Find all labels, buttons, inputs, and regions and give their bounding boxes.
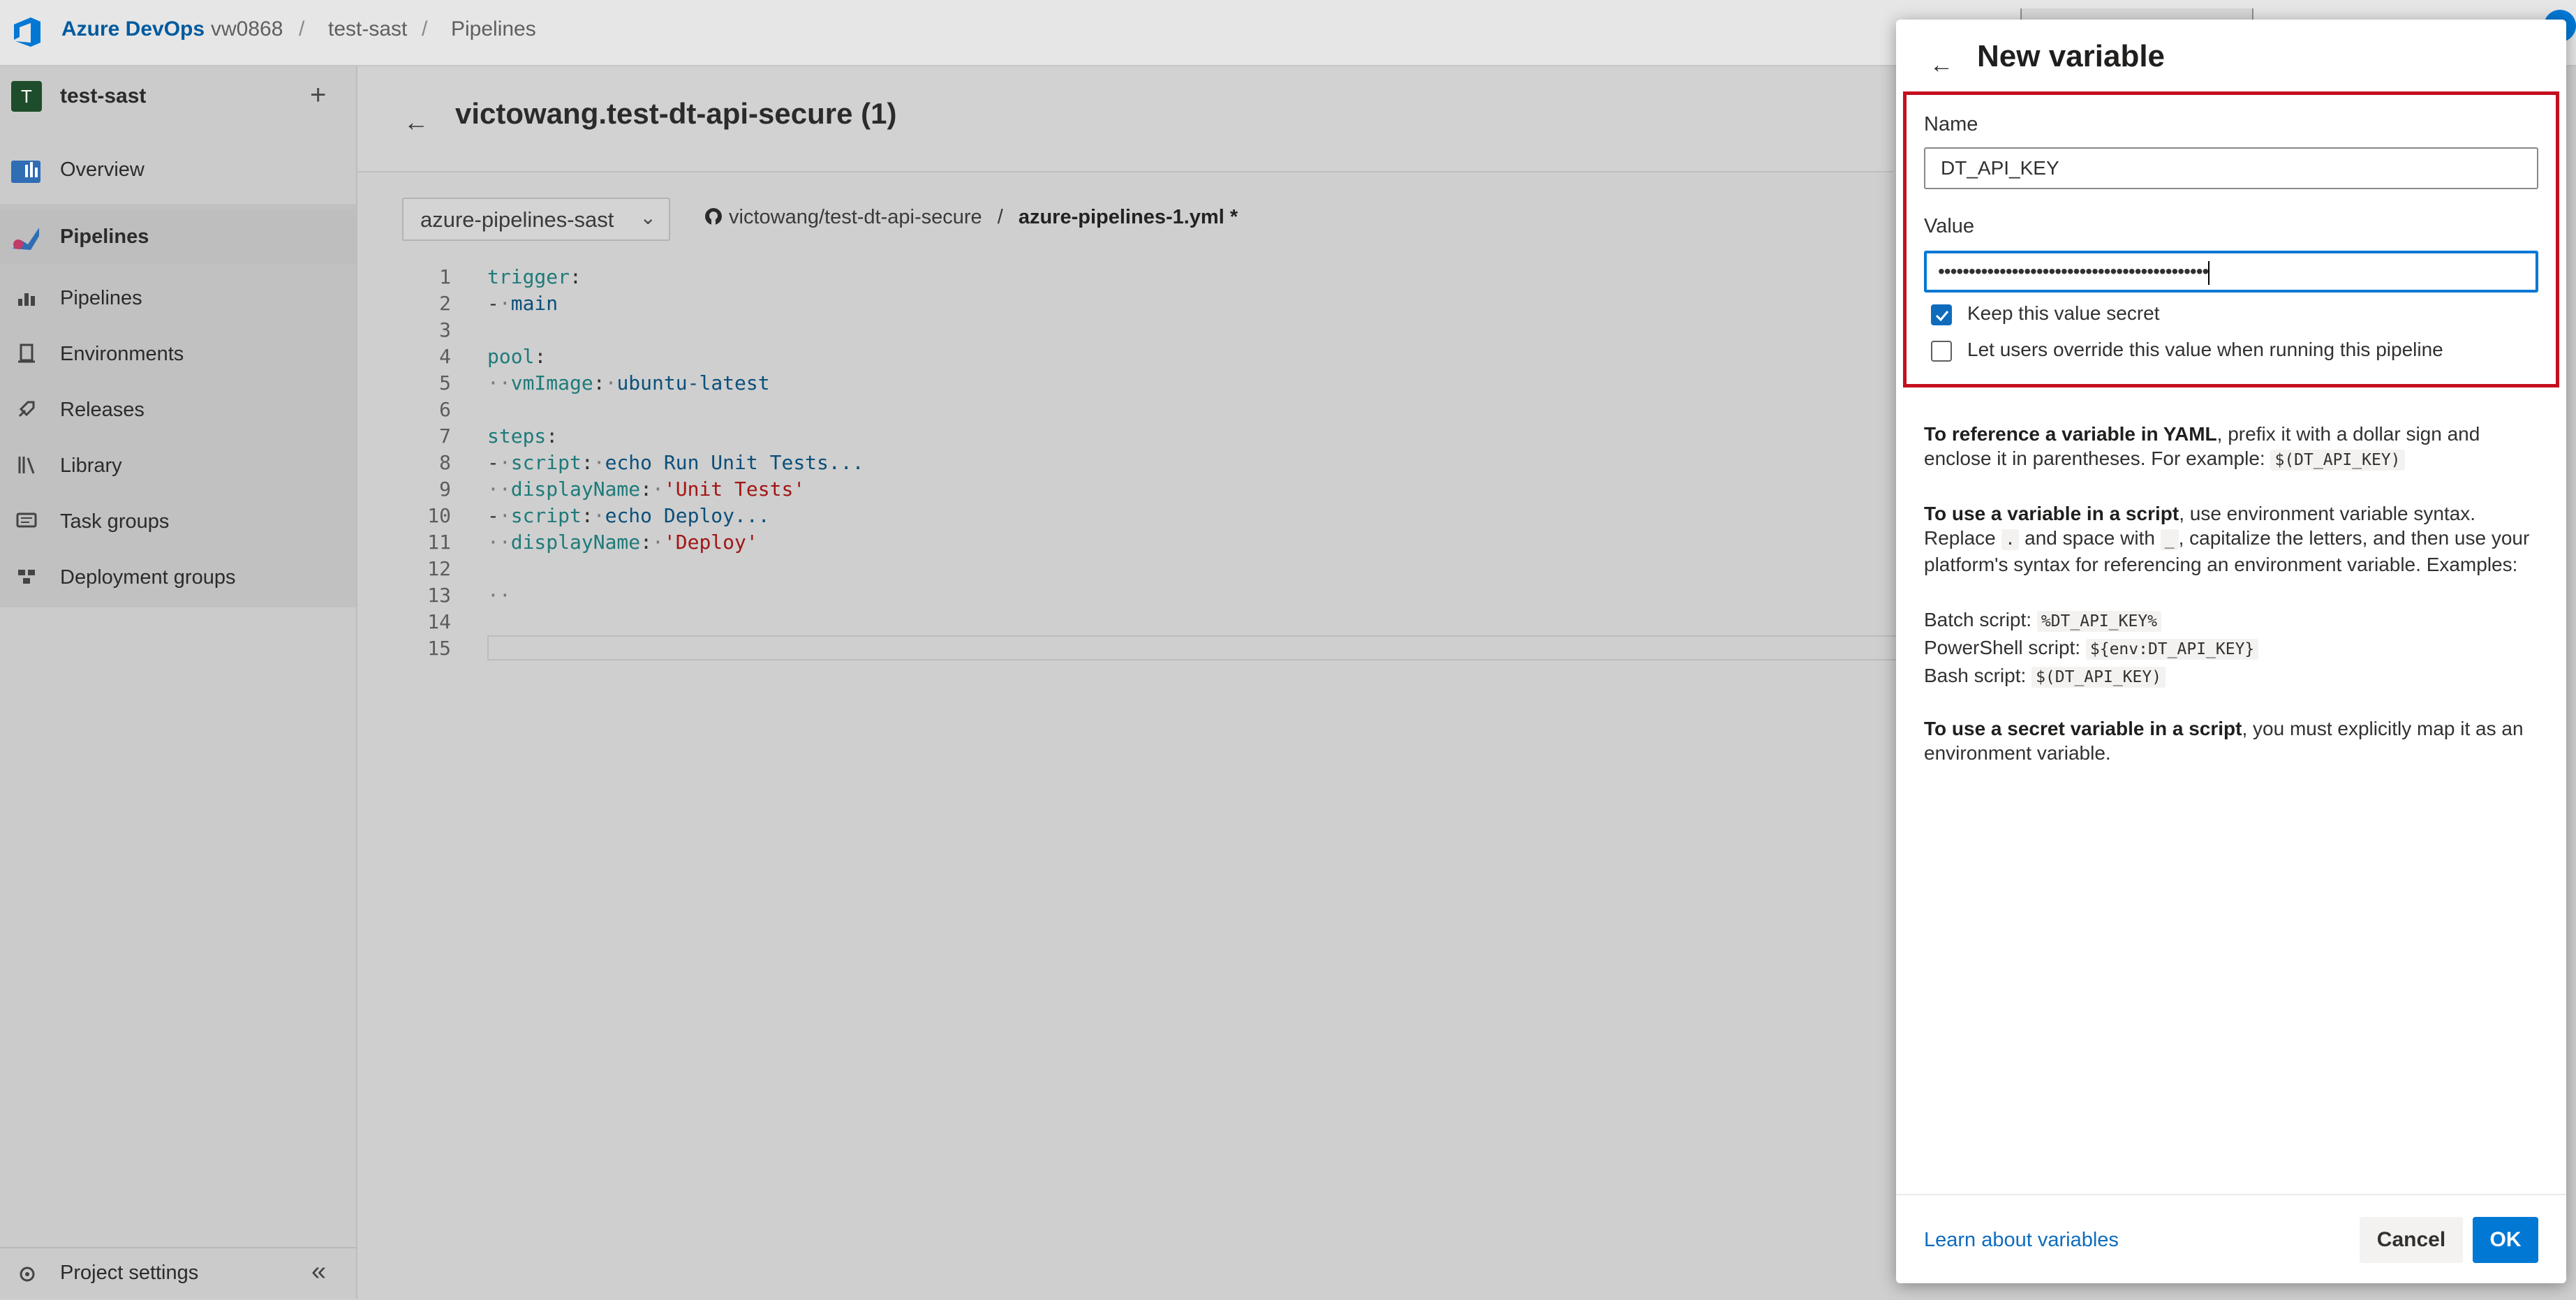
branch-selector[interactable]: azure-pipelines-sast ⌄ <box>402 198 670 241</box>
help-bash: Bash script: $(DT_API_KEY) <box>1924 663 2538 690</box>
task-groups-icon <box>16 512 37 528</box>
breadcrumb-separator: / <box>422 17 428 40</box>
collapse-sidebar-icon[interactable]: « <box>311 1257 326 1286</box>
value-label: Value <box>1924 215 1975 237</box>
code-line: 2 -·main <box>439 292 558 315</box>
checkmark-icon <box>1935 311 1949 322</box>
code-line: 1 trigger: <box>439 265 582 288</box>
help-secret: To use a secret variable in a script, yo… <box>1924 718 2524 764</box>
page-title: victowang.test-dt-api-secure (1) <box>455 97 897 130</box>
sidebar-item-library[interactable]: Library <box>0 438 356 493</box>
sidebar-item-task-groups[interactable]: Task groups <box>0 494 356 549</box>
repo-link[interactable]: victowang/test-dt-api-secure <box>729 206 982 228</box>
breadcrumb-project[interactable]: test-sast <box>328 15 407 43</box>
project-avatar[interactable]: T <box>11 81 42 112</box>
library-icon <box>18 457 35 474</box>
divider <box>1896 1194 2566 1195</box>
learn-about-variables-link[interactable]: Learn about variables <box>1924 1227 2119 1253</box>
code-line: 11 ··displayName:·'Deploy' <box>427 531 758 554</box>
text-cursor <box>2208 260 2210 285</box>
help-batch: Batch script: %DT_API_KEY% <box>1924 607 2538 634</box>
back-arrow-icon[interactable]: ← <box>404 108 429 137</box>
project-settings-label: Project settings <box>60 1262 199 1284</box>
breadcrumb-org[interactable]: vw0868 <box>211 15 283 43</box>
value-input[interactable]: ••••••••••••••••••••••••••••••••••••••••… <box>1924 251 2538 293</box>
breadcrumb-section[interactable]: Pipelines <box>451 15 536 43</box>
sidebar-item-label: Pipelines <box>60 226 149 248</box>
keep-secret-checkbox[interactable] <box>1931 304 1952 325</box>
code-line: 8 -·script:·echo Run Unit Tests... <box>439 451 864 474</box>
main-content <box>357 66 1893 1299</box>
sidebar-item-pipelines-list[interactable]: Pipelines <box>0 271 356 325</box>
gear-icon <box>20 1266 35 1282</box>
breadcrumb: victowang/test-dt-api-secure / azure-pip… <box>704 204 1238 230</box>
code-line: 12 <box>427 557 451 580</box>
code-line: 7 steps: <box>439 424 558 448</box>
masked-value: ••••••••••••••••••••••••••••••••••••••••… <box>1938 260 2209 282</box>
branch-name: azure-pipelines-sast <box>420 207 614 232</box>
sidebar-item-label: Pipelines <box>60 287 142 309</box>
keep-secret-label: Keep this value secret <box>1967 302 2160 324</box>
code-line: 9 ··displayName:·'Unit Tests' <box>439 478 806 501</box>
sidebar-item-label: Deployment groups <box>60 566 236 589</box>
sidebar-item-label: Library <box>60 455 122 477</box>
code-line: 13 ·· <box>427 584 511 607</box>
deployment-groups-icon <box>18 570 35 584</box>
chevron-down-icon: ⌄ <box>639 207 656 228</box>
code-line: 6 <box>439 398 451 421</box>
project-name[interactable]: test-sast <box>60 82 146 110</box>
azure-devops-logo-icon[interactable] <box>10 15 45 50</box>
code-line: 4 pool: <box>439 345 547 368</box>
file-name[interactable]: azure-pipelines-1.yml * <box>1019 206 1238 228</box>
sidebar-item-overview[interactable]: Overview <box>0 142 356 197</box>
current-line-highlight <box>487 635 1897 660</box>
help-script: To use a variable in a script, use envir… <box>1924 503 2530 575</box>
path-separator: / <box>997 206 1003 228</box>
name-label: Name <box>1924 113 1978 135</box>
overview-icon <box>11 161 40 183</box>
code-line: 15 <box>427 637 451 660</box>
sidebar-item-label: Task groups <box>60 510 170 533</box>
sidebar-item-releases[interactable]: Releases <box>0 383 356 437</box>
back-arrow-icon[interactable]: ← <box>1930 52 1953 79</box>
sidebar-item-environments[interactable]: Environments <box>0 327 356 381</box>
help-yaml: To reference a variable in YAML, prefix … <box>1924 423 2480 471</box>
add-icon[interactable]: + <box>310 80 326 110</box>
ok-button[interactable]: OK <box>2473 1217 2538 1263</box>
code-line: 5 ··vmImage:·ubuntu-latest <box>439 371 770 394</box>
releases-icon <box>18 401 35 418</box>
cancel-button[interactable]: Cancel <box>2360 1217 2463 1263</box>
sidebar-item-label: Overview <box>60 158 145 181</box>
pipelines-sub-icon <box>18 293 35 306</box>
code-line: 14 <box>427 610 451 633</box>
code-line: 10 -·script:·echo Deploy... <box>427 504 770 527</box>
sidebar-item-pipelines[interactable]: Pipelines <box>0 209 356 264</box>
panel-title: New variable <box>1977 39 2166 73</box>
code-line: 3 <box>439 318 451 341</box>
breadcrumb-separator: / <box>299 17 305 40</box>
brand-link[interactable]: Azure DevOps <box>61 15 205 43</box>
allow-override-label: Let users override this value when runni… <box>1967 339 2443 360</box>
allow-override-checkbox[interactable] <box>1931 341 1952 362</box>
github-icon <box>705 208 722 225</box>
name-input[interactable]: DT_API_KEY <box>1924 147 2538 189</box>
sidebar-item-label: Releases <box>60 399 145 421</box>
pipelines-icon <box>13 228 39 250</box>
help-powershell: PowerShell script: ${env:DT_API_KEY} <box>1924 635 2538 662</box>
sidebar-item-label: Environments <box>60 343 184 365</box>
environments-icon <box>18 344 35 363</box>
sidebar-item-deployment-groups[interactable]: Deployment groups <box>0 550 356 605</box>
project-settings-button[interactable]: Project settings « <box>0 1247 356 1300</box>
